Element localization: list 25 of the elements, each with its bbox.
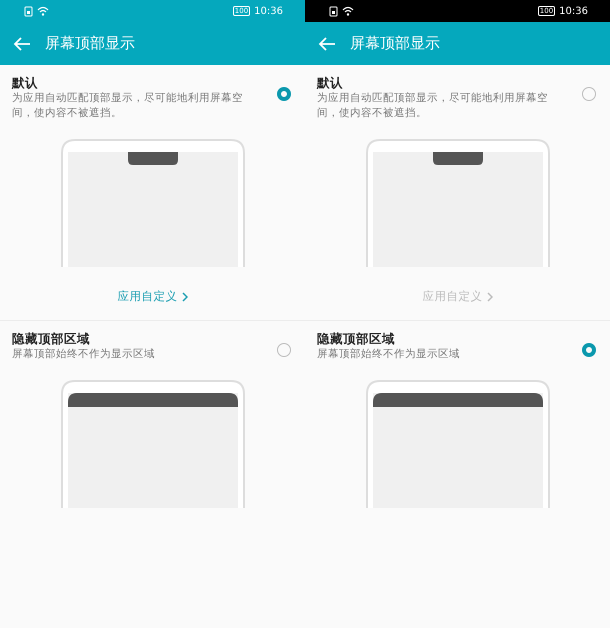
option-title: 默认 bbox=[12, 74, 39, 91]
option-description: 屏幕顶部始终不作为显示区域 bbox=[317, 347, 461, 362]
radio-button[interactable] bbox=[582, 343, 596, 357]
wifi-icon bbox=[37, 6, 49, 16]
sim-icon bbox=[329, 6, 338, 16]
sim-icon bbox=[24, 6, 33, 16]
chevron-icon bbox=[486, 292, 492, 302]
radio-button[interactable] bbox=[277, 343, 291, 357]
wifi-icon bbox=[342, 6, 354, 16]
back-icon[interactable] bbox=[13, 36, 31, 52]
option-title: 隐藏顶部区域 bbox=[12, 330, 91, 347]
radio-button[interactable] bbox=[277, 87, 291, 101]
chevron-icon bbox=[182, 292, 188, 302]
option-description: 屏幕顶部始终不作为显示区域 bbox=[12, 347, 156, 362]
clock: 10:36 bbox=[559, 6, 588, 16]
back-icon[interactable] bbox=[318, 36, 336, 52]
option-description: 为应用自动匹配顶部显示，尽可能地利用屏幕空间，使内容不被遮挡。 bbox=[12, 91, 244, 121]
option-description: 为应用自动匹配顶部显示，尽可能地利用屏幕空间，使内容不被遮挡。 bbox=[317, 91, 549, 121]
clock: 10:36 bbox=[254, 6, 283, 16]
page-title: 屏幕顶部显示 bbox=[350, 34, 440, 53]
radio-button[interactable] bbox=[582, 87, 596, 101]
page-title: 屏幕顶部显示 bbox=[45, 34, 135, 53]
option-title: 默认 bbox=[317, 74, 344, 91]
customize-link[interactable]: 应用自定义 bbox=[118, 289, 188, 304]
option-title: 隐藏顶部区域 bbox=[317, 330, 396, 347]
